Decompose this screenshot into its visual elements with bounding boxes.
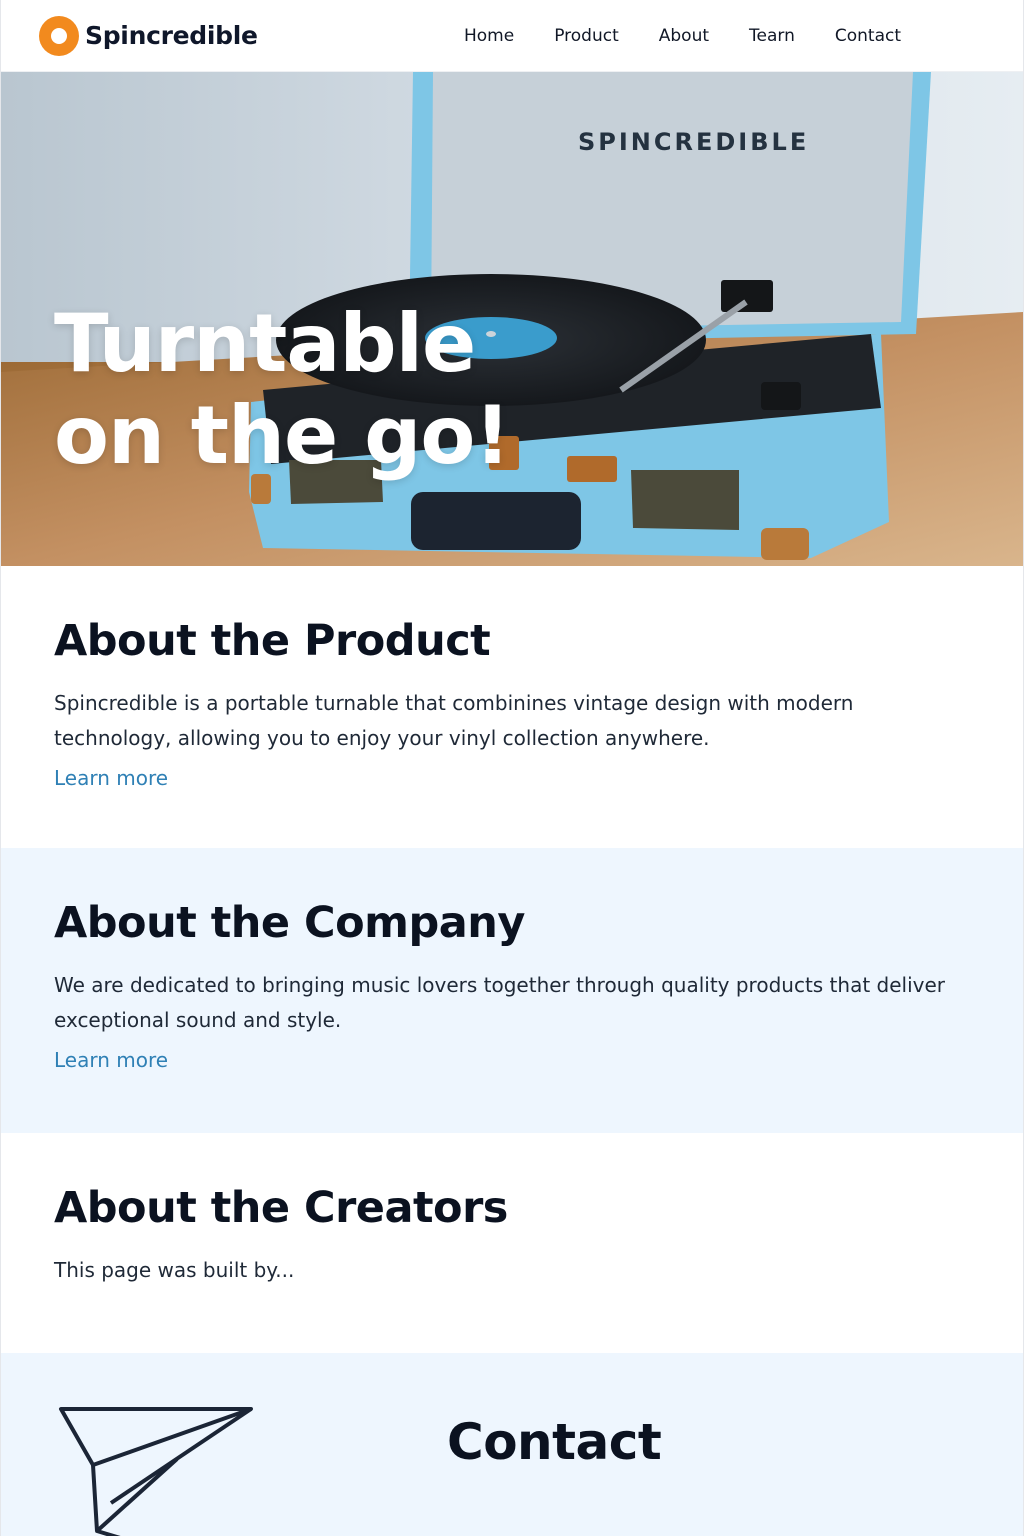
top-nav: Spincredible Home Product About Tearn Co… [1, 0, 1023, 72]
nav-link-about[interactable]: About [659, 26, 709, 46]
hero-title-line2: on the go! [54, 389, 511, 482]
product-learn-more-link[interactable]: Learn more [54, 766, 168, 790]
nav-link-contact[interactable]: Contact [835, 26, 901, 46]
hero-title: Turntable on the go! [54, 297, 511, 482]
about-company-heading: About the Company [54, 898, 525, 948]
brand[interactable]: Spincredible [39, 15, 258, 56]
nav-link-team[interactable]: Tearn [749, 26, 795, 46]
about-product-text: Spincredible is a portable turnable that… [54, 691, 854, 750]
nav-link-product[interactable]: Product [554, 26, 619, 46]
vinyl-logo-icon [39, 15, 79, 56]
about-company-text: We are dedicated to bringing music lover… [54, 973, 946, 1032]
page: Spincredible Home Product About Tearn Co… [0, 0, 1024, 1536]
about-product-heading: About the Product [54, 616, 491, 666]
lid-brand-text: SPINCREDIBLE [578, 128, 809, 156]
paper-plane-icon [59, 1407, 253, 1536]
brand-name: Spincredible [85, 21, 258, 50]
about-product-section: About the Product Spincredible is a port… [1, 566, 1023, 848]
company-learn-more-link[interactable]: Learn more [54, 1048, 168, 1072]
about-creators-text: This page was built by... [54, 1258, 295, 1282]
nav-links: Home Product About Tearn Contact [464, 26, 901, 46]
contact-section: Contact [1, 1353, 1023, 1536]
nav-link-home[interactable]: Home [464, 26, 514, 46]
about-company-section: About the Company We are dedicated to br… [1, 848, 1023, 1133]
hero-title-line1: Turntable [54, 297, 476, 390]
hero: SPINCREDIBLE Turntable on the go! [1, 72, 1023, 566]
about-creators-section: About the Creators This page was built b… [1, 1133, 1023, 1353]
contact-heading: Contact [447, 1413, 662, 1471]
about-creators-heading: About the Creators [54, 1183, 508, 1233]
